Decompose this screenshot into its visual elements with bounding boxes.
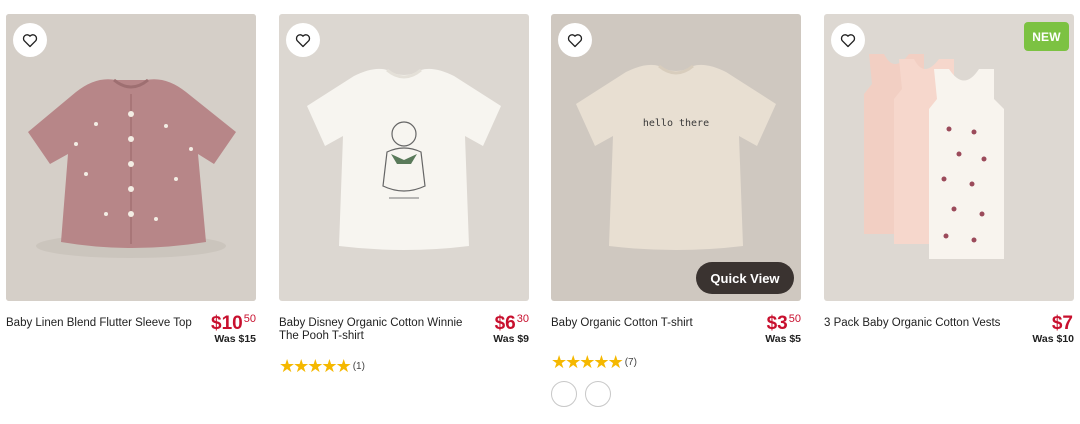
product-card[interactable]: Baby Linen Blend Flutter Sleeve Top $105… [6, 14, 256, 353]
star-icon: ★ [593, 352, 609, 372]
star-icon: ★ [307, 356, 323, 376]
price-dollars: $7 [1051, 313, 1073, 334]
star-rating: ★ ★ ★ ★ ★ [279, 356, 352, 376]
product-card[interactable]: hello there Quick View Baby Organic Cott… [551, 14, 801, 407]
color-swatches [551, 381, 611, 407]
new-badge: NEW [1024, 22, 1069, 51]
product-name[interactable]: Baby Linen Blend Flutter Sleeve Top [6, 317, 206, 330]
product-price: $350 Was $5 [765, 314, 801, 345]
product-image[interactable]: hello there Quick View [551, 14, 801, 301]
star-rating: ★ ★ ★ ★ ★ [551, 352, 624, 372]
product-name[interactable]: 3 Pack Baby Organic Cotton Vests [824, 317, 1024, 330]
star-icon: ★ [607, 352, 624, 372]
product-image[interactable] [6, 14, 256, 301]
product-card[interactable]: NEW 3 Pack Baby Organic Cotton Vests $7 … [824, 14, 1074, 353]
quick-view-button[interactable]: Quick View [696, 262, 794, 294]
star-icon: ★ [551, 352, 567, 372]
price-cents: 30 [516, 313, 529, 325]
star-icon: ★ [279, 356, 295, 376]
was-price: Was $15 [214, 333, 256, 345]
price-cents: 50 [788, 313, 801, 325]
price-cents: 50 [243, 313, 256, 325]
hello-tshirt-illustration: hello there [551, 14, 801, 301]
product-card[interactable]: Baby Disney Organic Cotton Winnie The Po… [279, 14, 529, 375]
heart-icon [22, 33, 38, 47]
product-name[interactable]: Baby Organic Cotton T-shirt [551, 317, 751, 330]
product-image[interactable]: NEW [824, 14, 1074, 301]
color-swatch[interactable] [551, 381, 577, 407]
was-price: Was $10 [1032, 333, 1074, 345]
heart-icon [567, 33, 583, 47]
price-dollars: $6 [494, 313, 516, 334]
vest-pack-illustration [824, 14, 1074, 301]
was-price: Was $5 [765, 333, 801, 345]
product-price: $630 Was $9 [493, 314, 529, 345]
review-count: (7) [624, 356, 637, 368]
heart-icon [295, 33, 311, 47]
product-rating[interactable]: ★ ★ ★ ★ ★ (1) [279, 356, 365, 376]
product-price: $1050 Was $15 [211, 314, 256, 345]
wishlist-button[interactable] [13, 23, 47, 57]
shirt-print-text: hello there [643, 118, 709, 129]
color-swatch[interactable] [585, 381, 611, 407]
star-icon: ★ [293, 356, 309, 376]
product-name[interactable]: Baby Disney Organic Cotton Winnie The Po… [279, 317, 479, 343]
star-icon: ★ [579, 352, 595, 372]
heart-icon [840, 33, 856, 47]
wishlist-button[interactable] [831, 23, 865, 57]
star-icon: ★ [335, 356, 352, 376]
was-price: Was $9 [493, 333, 529, 345]
wishlist-button[interactable] [286, 23, 320, 57]
product-rating[interactable]: ★ ★ ★ ★ ★ (7) [551, 352, 637, 372]
star-icon: ★ [565, 352, 581, 372]
product-image[interactable] [279, 14, 529, 301]
star-icon: ★ [321, 356, 337, 376]
review-count: (1) [352, 360, 365, 372]
wishlist-button[interactable] [558, 23, 592, 57]
price-dollars: $3 [766, 313, 788, 334]
pooh-tshirt-illustration [279, 14, 529, 301]
product-price: $7 Was $10 [1032, 314, 1074, 345]
pink-top-illustration [6, 14, 256, 301]
price-dollars: $10 [211, 313, 243, 334]
